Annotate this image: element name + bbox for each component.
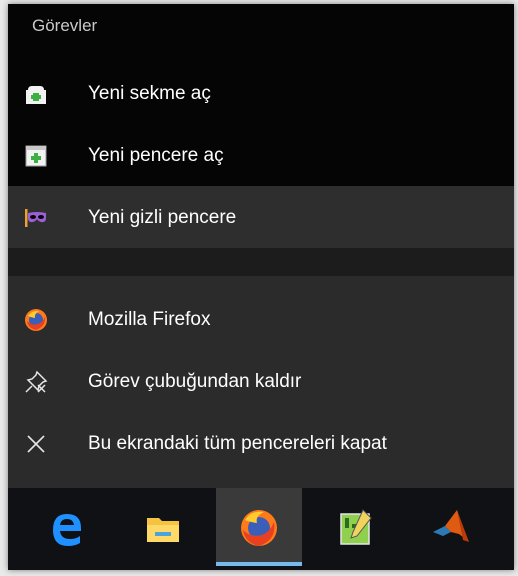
taskbar-file-explorer[interactable] [120,488,206,566]
file-explorer-icon [147,518,179,542]
action-unpin-taskbar[interactable]: Görev çubuğundan kaldır [8,350,514,412]
taskbar [8,488,514,570]
jump-list-tasks-section: Görevler Yeni sekme aç Yeni pencere aç Y… [8,4,514,248]
notepad-plus-plus-icon [340,509,372,545]
jump-list-actions-section: Mozilla Firefox Görev çubuğundan kaldır [8,276,514,488]
firefox-icon [24,308,48,332]
action-close-all-windows[interactable]: Bu ekrandaki tüm pencereleri kapat [8,412,514,474]
matlab-icon [433,510,469,542]
private-mask-icon [24,206,48,230]
new-window-icon [24,144,48,168]
action-open-firefox-label: Mozilla Firefox [88,309,211,330]
new-tab-icon [24,82,48,106]
task-new-private-window[interactable]: Yeni gizli pencere [8,186,514,248]
taskbar-edge[interactable] [24,488,110,566]
jump-list-window: Görevler Yeni sekme aç Yeni pencere aç Y… [8,4,514,570]
task-new-window[interactable]: Yeni pencere aç [8,124,514,186]
task-new-window-label: Yeni pencere aç [88,145,224,166]
menu-separator [8,248,514,276]
task-new-private-window-label: Yeni gizli pencere [88,207,237,228]
taskbar-firefox[interactable] [216,488,302,566]
edge-icon [53,514,81,546]
action-unpin-taskbar-label: Görev çubuğundan kaldır [88,371,302,392]
task-new-tab[interactable]: Yeni sekme aç [8,62,514,124]
action-close-all-windows-label: Bu ekrandaki tüm pencereleri kapat [88,433,387,454]
task-new-tab-label: Yeni sekme aç [88,83,211,104]
taskbar-matlab[interactable] [408,488,494,566]
action-open-firefox[interactable]: Mozilla Firefox [8,288,514,350]
close-icon [24,432,48,456]
unpin-icon [24,370,48,394]
taskbar-notepad-plus-plus[interactable] [312,488,398,566]
tasks-header: Görevler [32,16,98,35]
firefox-icon [241,510,277,546]
